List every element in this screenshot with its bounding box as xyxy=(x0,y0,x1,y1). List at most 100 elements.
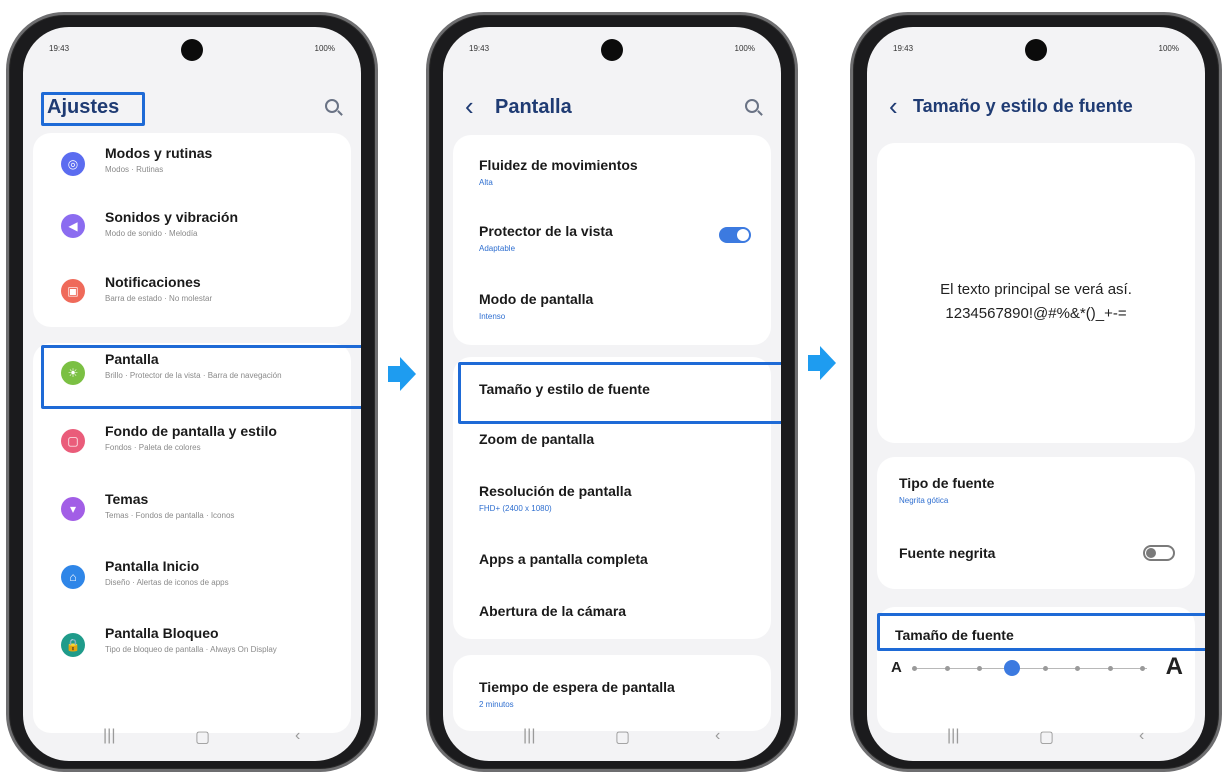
phone-pantalla: 19:43 100% ‹ Pantalla Fluidez de movimie… xyxy=(426,12,798,772)
list-item[interactable]: Tiempo de espera de pantalla 2 minutos xyxy=(453,665,771,725)
lock-icon: 🔒 xyxy=(61,633,85,657)
item-subtitle: Alta xyxy=(479,178,493,187)
status-time: 19:43 xyxy=(469,44,490,53)
search-icon[interactable] xyxy=(745,99,759,113)
home-button-icon[interactable]: ▢ xyxy=(195,727,210,747)
item-title: Abertura de la cámara xyxy=(479,603,627,619)
list-item[interactable]: Fluidez de movimientos Alta xyxy=(453,147,771,209)
list-item[interactable]: ▢ Fondo de pantalla y estilo Fondos · Pa… xyxy=(33,415,351,481)
item-title: Zoom de pantalla xyxy=(479,431,595,447)
battery-level: 100% xyxy=(314,44,335,53)
font-size-slider[interactable]: A A xyxy=(891,653,1183,683)
item-subtitle: Modos · Rutinas xyxy=(105,165,164,174)
list-item[interactable]: ◎ Modos y rutinas Modos · Rutinas xyxy=(33,133,351,199)
slider-step xyxy=(1140,666,1146,671)
slider-step xyxy=(1107,666,1113,671)
battery-level: 100% xyxy=(734,44,755,53)
highlight-pantalla xyxy=(41,345,361,409)
status-time: 19:43 xyxy=(893,44,914,53)
page-title: Pantalla xyxy=(495,96,572,118)
item-subtitle: Barra de estado · No molestar xyxy=(105,294,213,303)
card-group-1: ◎ Modos y rutinas Modos · Rutinas ◀ Soni… xyxy=(33,133,351,327)
list-item[interactable]: ▾ Temas Temas · Fondos de pantalla · Ico… xyxy=(33,481,351,547)
item-title: Fuente negrita xyxy=(899,545,996,561)
recents-icon[interactable]: ||| xyxy=(103,727,115,745)
item-title: Fluidez de movimientos xyxy=(479,157,638,173)
sound-icon: ◀ xyxy=(61,214,85,238)
screen: 19:43 100% ‹ Pantalla Fluidez de movimie… xyxy=(443,27,781,761)
item-subtitle: Tipo de bloqueo de pantalla · Always On … xyxy=(105,645,277,654)
arrow-icon xyxy=(388,357,416,391)
status-time: 19:43 xyxy=(49,44,70,53)
list-item[interactable]: Apps a pantalla completa xyxy=(453,537,771,585)
slider-step xyxy=(944,666,950,671)
back-icon[interactable]: ‹ xyxy=(715,727,720,745)
item-subtitle: Fondos · Paleta de colores xyxy=(105,443,201,452)
list-item[interactable]: 🔒 Pantalla Bloqueo Tipo de bloqueo de pa… xyxy=(33,613,351,693)
screen: 19:43 100% ‹ Tamaño y estilo de fuente E… xyxy=(867,27,1205,761)
recents-icon[interactable]: ||| xyxy=(947,727,959,745)
slider-step xyxy=(1042,666,1048,671)
card-font-type: Tipo de fuente Negrita gótica Fuente neg… xyxy=(877,457,1195,589)
header: ‹ Pantalla xyxy=(443,85,781,129)
preview-line-2: 1234567890!@#%&*()_+-= xyxy=(945,305,1127,322)
page-title: Tamaño y estilo de fuente xyxy=(913,96,1133,116)
slider-step xyxy=(977,666,983,671)
list-item[interactable]: ⌂ Pantalla Inicio Diseño · Alertas de ic… xyxy=(33,547,351,613)
preview-line-1: El texto principal se verá así. xyxy=(940,281,1132,298)
header: ‹ Tamaño y estilo de fuente xyxy=(867,85,1205,129)
item-title: Apps a pantalla completa xyxy=(479,551,648,567)
bold-toggle[interactable] xyxy=(1143,545,1175,561)
highlight-font-style xyxy=(458,362,781,424)
item-subtitle: Temas · Fondos de pantalla · Iconos xyxy=(105,511,235,520)
highlight-title xyxy=(41,92,145,126)
back-icon[interactable]: ‹ xyxy=(295,727,300,745)
item-title: Resolución de pantalla xyxy=(479,483,632,499)
card-group-1: Fluidez de movimientos Alta Protector de… xyxy=(453,135,771,345)
item-subtitle: Intenso xyxy=(479,312,506,321)
recents-icon[interactable]: ||| xyxy=(523,727,535,745)
large-a-label: A xyxy=(1165,653,1183,680)
home-button-icon[interactable]: ▢ xyxy=(1039,727,1054,747)
back-icon[interactable]: ‹ xyxy=(1139,727,1144,745)
item-title: Sonidos y vibración xyxy=(105,209,239,225)
search-icon[interactable] xyxy=(325,99,339,113)
camera-hole xyxy=(1025,39,1047,61)
item-title: Tiempo de espera de pantalla xyxy=(479,679,675,695)
screen: 19:43 100% Ajustes ◎ Modos y rutinas Mod… xyxy=(23,27,361,761)
back-arrow-icon[interactable]: ‹ xyxy=(465,93,474,119)
item-title: Pantalla Bloqueo xyxy=(105,625,219,641)
list-item-bold[interactable]: Fuente negrita xyxy=(877,529,1195,585)
list-item[interactable]: ▣ Notificaciones Barra de estado · No mo… xyxy=(33,265,351,327)
item-title: Tipo de fuente xyxy=(899,475,995,491)
themes-icon: ▾ xyxy=(61,497,85,521)
item-title: Protector de la vista xyxy=(479,223,613,239)
list-item[interactable]: Protector de la vista Adaptable xyxy=(453,213,771,275)
camera-hole xyxy=(601,39,623,61)
list-item[interactable]: Resolución de pantalla FHD+ (2400 x 1080… xyxy=(453,469,771,533)
nav-bar: ||| ▢ ‹ xyxy=(867,717,1205,761)
list-item[interactable]: ◀ Sonidos y vibración Modo de sonido · M… xyxy=(33,199,351,265)
item-title: Temas xyxy=(105,491,149,507)
list-item[interactable]: Abertura de la cámara xyxy=(453,589,771,637)
eye-protector-toggle[interactable] xyxy=(719,227,751,243)
nav-bar: ||| ▢ ‹ xyxy=(23,717,361,761)
item-subtitle: Modo de sonido · Melodía xyxy=(105,229,198,238)
battery-level: 100% xyxy=(1158,44,1179,53)
home-button-icon[interactable]: ▢ xyxy=(615,727,630,747)
phone-font-settings: 19:43 100% ‹ Tamaño y estilo de fuente E… xyxy=(850,12,1222,772)
routines-icon: ◎ xyxy=(61,152,85,176)
back-arrow-icon[interactable]: ‹ xyxy=(889,93,898,119)
slider-step xyxy=(912,666,918,671)
small-a-label: A xyxy=(891,659,902,676)
list-item[interactable]: Zoom de pantalla xyxy=(453,417,771,465)
item-subtitle: Diseño · Alertas de iconos de apps xyxy=(105,578,229,587)
item-title: Modo de pantalla xyxy=(479,291,594,307)
list-item-font-type[interactable]: Tipo de fuente Negrita gótica xyxy=(877,465,1195,525)
phone-settings: 19:43 100% Ajustes ◎ Modos y rutinas Mod… xyxy=(6,12,378,772)
notifications-icon: ▣ xyxy=(61,279,85,303)
item-title: Notificaciones xyxy=(105,274,201,290)
item-title: Modos y rutinas xyxy=(105,145,213,161)
list-item[interactable]: Modo de pantalla Intenso xyxy=(453,281,771,343)
slider-thumb[interactable] xyxy=(1003,660,1020,676)
